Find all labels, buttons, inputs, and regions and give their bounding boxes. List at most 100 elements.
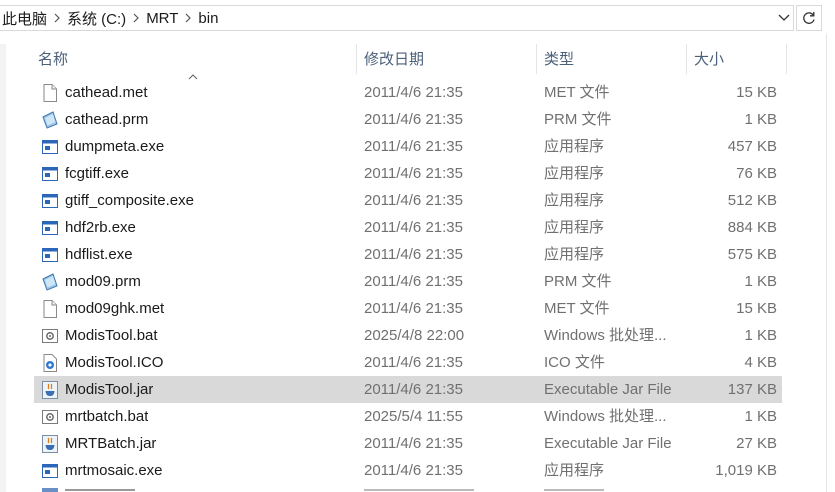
file-row[interactable]: hdflist.exe 2011/4/6 21:35 应用程序 575 KB (34, 241, 782, 268)
file-jar-icon (42, 435, 58, 453)
file-prm-icon (42, 273, 58, 291)
file-row[interactable]: mrtmosaic.exe 2011/4/6 21:35 应用程序 1,019 KB (34, 457, 782, 484)
file-exe-icon (42, 165, 58, 183)
breadcrumb-mrt[interactable]: MRT (144, 10, 180, 27)
column-divider[interactable] (356, 44, 357, 74)
file-exe-icon (42, 138, 58, 156)
file-exe-icon (42, 246, 58, 264)
file-doc-icon (42, 300, 58, 318)
file-type: 应用程序 (544, 246, 605, 263)
file-date: 2011/4/6 21:35 (364, 111, 463, 128)
file-size: 1 KB (744, 111, 777, 128)
file-type: ICO 文件 (544, 354, 605, 371)
breadcrumb-bin[interactable]: bin (196, 10, 220, 27)
file-type: Windows 批处理... (544, 408, 667, 425)
file-date: 2011/4/6 21:35 (364, 300, 463, 317)
file-name: hdf2rb.exe (65, 219, 136, 236)
file-date: 2011/4/6 21:35 (364, 84, 463, 101)
refresh-button[interactable] (796, 5, 822, 31)
column-divider[interactable] (686, 44, 687, 74)
file-row[interactable]: fcgtiff.exe 2011/4/6 21:35 应用程序 76 KB (34, 160, 782, 187)
file-exe-icon (42, 219, 58, 237)
file-date: 2011/4/6 21:35 (364, 435, 463, 452)
file-name: dumpmeta.exe (65, 138, 165, 155)
file-row[interactable]: ModisTool.ICO 2011/4/6 21:35 ICO 文件 4 KB (34, 349, 782, 376)
file-type: 应用程序 (544, 219, 605, 236)
file-size: 76 KB (736, 165, 777, 182)
file-row[interactable]: mod09ghk.met 2011/4/6 21:35 MET 文件 15 KB (34, 295, 782, 322)
file-size: 137 KB (727, 381, 777, 398)
column-header-type[interactable]: 类型 (544, 48, 574, 72)
file-exe-icon (42, 462, 58, 480)
address-bar[interactable]: 此电脑 系统 (C:) MRT bin (0, 5, 794, 31)
file-name: mod09.prm (65, 273, 141, 290)
file-date: 2011/4/6 21:35 (364, 219, 463, 236)
file-size: 457 KB (727, 138, 777, 155)
chevron-right-icon[interactable] (180, 5, 196, 31)
file-date: 2011/4/6 21:35 (364, 192, 463, 209)
file-row[interactable]: gtiff_composite.exe 2011/4/6 21:35 应用程序 512… (34, 187, 782, 214)
column-divider[interactable] (786, 44, 787, 74)
file-name: cathead.prm (65, 111, 149, 128)
file-name: MRTBatch.jar (65, 435, 157, 452)
file-name: mod09ghk.met (65, 300, 165, 317)
column-divider[interactable] (536, 44, 537, 74)
file-date: 2025/4/8 22:00 (364, 327, 465, 344)
column-header-name[interactable]: 名称 (38, 48, 68, 72)
file-name: cathead.met (65, 84, 148, 101)
file-size: 1 KB (744, 327, 777, 344)
file-bat-icon (42, 408, 58, 426)
file-row[interactable]: ModisTool.bat 2025/4/8 22:00 Windows 批处理..… (34, 322, 782, 349)
file-size: 15 KB (736, 84, 777, 101)
file-date: 2011/4/6 21:35 (364, 246, 463, 263)
file-type: PRM 文件 (544, 273, 612, 290)
file-name: ModisTool.bat (65, 327, 158, 344)
file-prm-icon (42, 111, 58, 129)
column-header-date[interactable]: 修改日期 (364, 48, 424, 72)
refresh-icon (803, 12, 815, 24)
file-exe-icon (42, 192, 58, 210)
chevron-right-icon[interactable] (49, 5, 65, 31)
file-size: 1 KB (744, 408, 777, 425)
file-size: 1,019 KB (715, 462, 777, 479)
breadcrumb-this-pc[interactable]: 此电脑 (0, 8, 49, 29)
file-row[interactable]: dumpmeta.exe 2011/4/6 21:35 应用程序 457 KB (34, 133, 782, 160)
file-type: 应用程序 (544, 192, 605, 209)
file-jar-icon (42, 381, 58, 399)
breadcrumb-drive-c[interactable]: 系统 (C:) (65, 8, 128, 29)
file-type: 应用程序 (544, 165, 605, 182)
file-name: ModisTool.jar (65, 381, 154, 398)
file-ico-icon (42, 354, 58, 372)
column-header-size[interactable]: 大小 (694, 48, 724, 72)
file-row[interactable]: hdf2rb.exe 2011/4/6 21:35 应用程序 884 KB (34, 214, 782, 241)
file-row[interactable]: cathead.prm 2011/4/6 21:35 PRM 文件 1 KB (34, 106, 782, 133)
file-type: Windows 批处理... (544, 327, 667, 344)
file-type: Executable Jar File (544, 435, 672, 452)
file-row[interactable]: mod09.prm 2011/4/6 21:35 PRM 文件 1 KB (34, 268, 782, 295)
file-row[interactable]: cathead.met 2011/4/6 21:35 MET 文件 15 KB (34, 79, 782, 106)
file-size: 884 KB (727, 219, 777, 236)
file-date: 2011/4/6 21:35 (364, 165, 463, 182)
chevron-right-icon[interactable] (128, 5, 144, 31)
file-date: 2011/4/6 21:35 (364, 273, 463, 290)
file-size: 575 KB (727, 246, 777, 263)
file-date: 2011/4/6 21:35 (364, 354, 463, 371)
file-date: 2011/4/6 21:35 (364, 138, 463, 155)
navigation-pane-edge (0, 44, 6, 492)
file-name: hdflist.exe (65, 246, 133, 263)
file-size: 1 KB (744, 273, 777, 290)
file-row[interactable]: mrtbatch.bat 2025/5/4 11:55 Windows 批处理...… (34, 403, 782, 430)
file-size: 27 KB (736, 435, 777, 452)
file-size: 4 KB (744, 354, 777, 371)
file-type: MET 文件 (544, 300, 610, 317)
file-name: mrtbatch.bat (65, 408, 149, 425)
file-row[interactable]: MRTBatch.jar 2011/4/6 21:35 Executable Jar… (34, 430, 782, 457)
file-type: 应用程序 (544, 138, 605, 155)
partial-row (34, 484, 782, 492)
column-header: 名称 修改日期 类型 大小 (0, 34, 826, 80)
file-bat-icon (42, 327, 58, 345)
file-type: 应用程序 (544, 462, 605, 479)
file-type: PRM 文件 (544, 111, 612, 128)
chevron-down-icon[interactable] (775, 6, 793, 30)
file-row[interactable]: ModisTool.jar 2011/4/6 21:35 Executable Ja… (34, 376, 782, 403)
